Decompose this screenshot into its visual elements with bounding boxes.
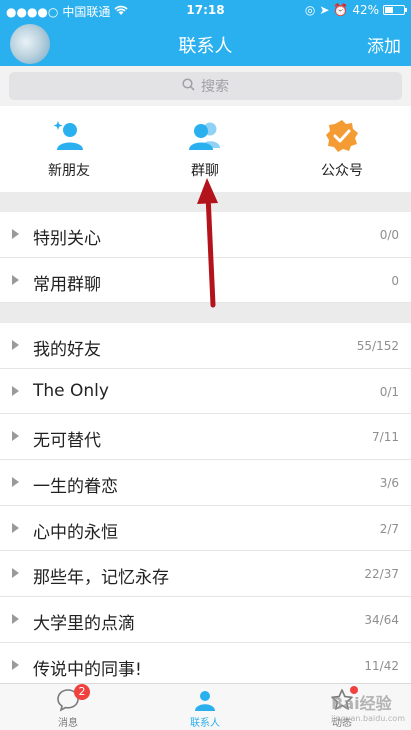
group-chat-button[interactable]: 群聊	[145, 118, 265, 180]
page-title: 联系人	[178, 36, 233, 57]
list-item[interactable]: 传说中的同事! 11/42	[0, 643, 411, 689]
tab-label: 消息	[58, 718, 78, 729]
status-right: ◎ ➤ ⏰ 42%	[304, 3, 407, 17]
official-account-label: 公众号	[321, 163, 363, 179]
watermark-sub: jingyan.baidu.com	[331, 714, 405, 723]
expand-triangle-icon	[12, 274, 19, 285]
expand-triangle-icon	[12, 340, 19, 350]
expand-triangle-icon	[12, 659, 19, 670]
tab-messages[interactable]: 2 消息	[28, 684, 108, 729]
group-count: 0/0	[379, 228, 399, 242]
official-account-icon	[324, 118, 360, 154]
group-list-top: 特别关心 0/0 常用群聊 0	[0, 212, 411, 304]
group-count: 55/152	[356, 339, 399, 353]
search-icon	[182, 77, 195, 95]
quick-actions: 新朋友 群聊 公众号	[0, 106, 411, 192]
list-item[interactable]: 常用群聊 0	[0, 258, 411, 304]
expand-triangle-icon	[12, 477, 19, 488]
group-name: 一生的眷恋	[33, 477, 118, 498]
group-list-main: 我的好友 55/152 The Only 0/1 无可替代 7/11 一生的眷恋…	[0, 323, 411, 689]
message-icon: 2	[56, 684, 90, 712]
official-account-button[interactable]: 公众号	[282, 118, 402, 180]
expand-triangle-icon	[12, 431, 19, 442]
list-item[interactable]: 无可替代 7/11	[0, 414, 411, 461]
list-item[interactable]: 特别关心 0/0	[0, 212, 411, 258]
group-count: 11/42	[364, 658, 399, 673]
watermark: Bai经验 jingyan.baidu.com	[331, 690, 405, 723]
group-name: 我的好友	[33, 340, 101, 360]
expand-triangle-icon	[12, 385, 19, 396]
group-count: 34/64	[364, 613, 399, 628]
expand-triangle-icon	[12, 522, 19, 533]
new-friend-icon	[51, 118, 87, 154]
group-chat-icon	[187, 118, 223, 154]
watermark-text: Bai经验	[331, 694, 392, 713]
group-count: 7/11	[372, 430, 399, 445]
contacts-icon	[193, 688, 217, 712]
location-icon: ➤	[319, 3, 330, 17]
new-friend-label: 新朋友	[48, 163, 90, 179]
list-item[interactable]: The Only 0/1	[0, 369, 411, 415]
group-name: The Only	[33, 380, 109, 401]
list-item[interactable]: 我的好友 55/152	[0, 323, 411, 369]
group-count: 0	[391, 273, 399, 288]
search-area: 搜索	[0, 66, 411, 106]
group-count: 2/7	[379, 521, 399, 536]
tab-label: 联系人	[190, 718, 220, 729]
add-button[interactable]: 添加	[367, 32, 401, 57]
group-name: 特别关心	[33, 229, 101, 249]
group-name: 心中的永恒	[33, 522, 118, 543]
search-input[interactable]: 搜索	[9, 72, 402, 100]
group-chat-label: 群聊	[191, 163, 219, 179]
expand-triangle-icon	[12, 614, 19, 625]
battery-percent: 42%	[352, 3, 379, 17]
search-placeholder: 搜索	[201, 79, 229, 95]
alarm-icon: ⏰	[333, 3, 349, 17]
group-name: 无可替代	[33, 431, 101, 452]
expand-triangle-icon	[12, 568, 19, 579]
list-item[interactable]: 那些年，记忆永存 22/37	[0, 551, 411, 598]
group-name: 传说中的同事!	[33, 659, 142, 680]
expand-triangle-icon	[12, 229, 19, 239]
tab-contacts[interactable]: 联系人	[165, 688, 245, 729]
nav-bar: 联系人 添加	[0, 22, 411, 66]
unread-badge: 2	[74, 684, 90, 700]
group-count: 0/1	[379, 384, 399, 399]
battery-icon	[383, 5, 407, 15]
list-item[interactable]: 一生的眷恋 3/6	[0, 460, 411, 506]
group-count: 22/37	[364, 567, 399, 582]
group-name: 大学里的点滴	[33, 614, 135, 635]
list-item[interactable]: 心中的永恒 2/7	[0, 506, 411, 552]
status-bar: ●●●●○ 中国联通 17:18 ◎ ➤ ⏰ 42%	[0, 0, 411, 22]
group-count: 3/6	[379, 476, 399, 491]
group-name: 常用群聊	[33, 274, 101, 295]
list-item[interactable]: 大学里的点滴 34/64	[0, 597, 411, 643]
lock-rotation-icon: ◎	[304, 3, 316, 17]
new-friend-button[interactable]: 新朋友	[9, 118, 129, 180]
group-name: 那些年，记忆永存	[33, 568, 169, 589]
